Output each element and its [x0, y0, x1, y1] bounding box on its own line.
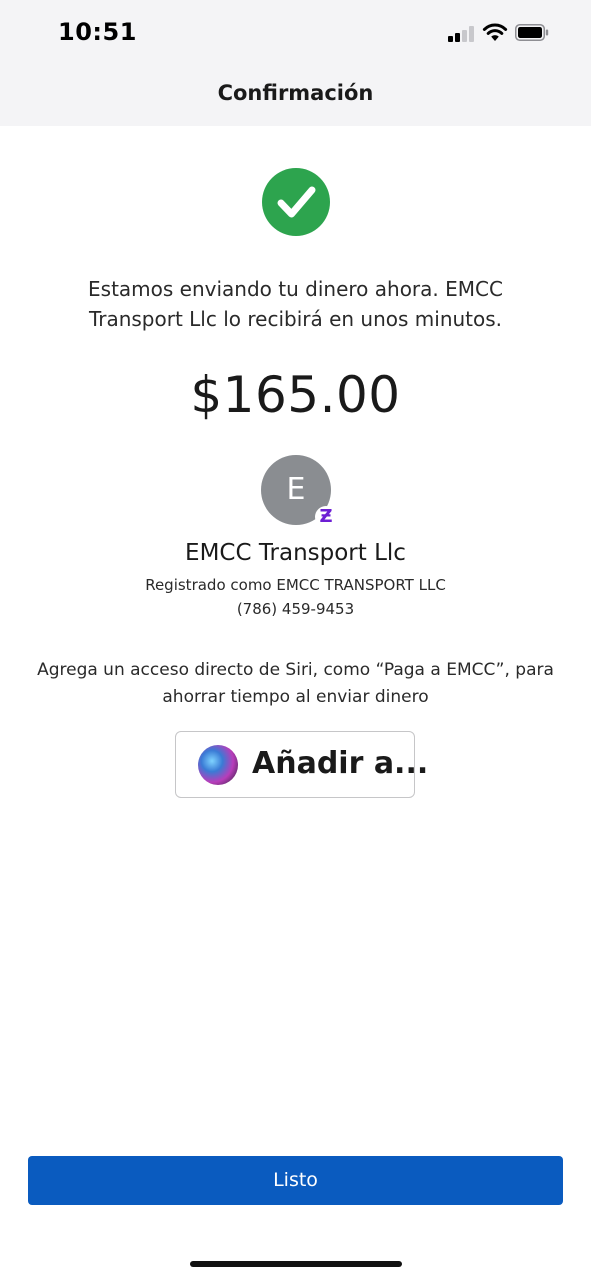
recipient-name: EMCC Transport Llc: [185, 540, 406, 566]
top-bar: 10:51 Confirmación: [0, 0, 591, 126]
done-button[interactable]: Listo: [28, 1156, 563, 1205]
page-title: Confirmación: [217, 81, 374, 105]
recipient-registered-name: Registrado como EMCC TRANSPORT LLC: [145, 576, 446, 594]
siri-shortcut-description: Agrega un acceso directo de Siri, como “…: [37, 660, 554, 707]
home-indicator[interactable]: [190, 1261, 402, 1267]
status-time: 10:51: [58, 18, 137, 46]
checkmark-circle-icon: [262, 168, 330, 236]
add-to-siri-label: Añadir a...: [252, 746, 429, 781]
siri-icon: [198, 745, 238, 785]
add-to-siri-button[interactable]: Añadir a...: [175, 731, 428, 798]
battery-icon: [515, 24, 549, 41]
cellular-signal-icon: [448, 26, 476, 42]
recipient-phone: (786) 459-9453: [236, 600, 355, 618]
confirmation-message: Estamos enviando tu dinero ahora. EMCC T…: [88, 277, 503, 331]
zelle-icon: Ƶ: [315, 506, 337, 528]
wifi-icon: [482, 22, 508, 42]
amount: $165.00: [190, 366, 401, 424]
